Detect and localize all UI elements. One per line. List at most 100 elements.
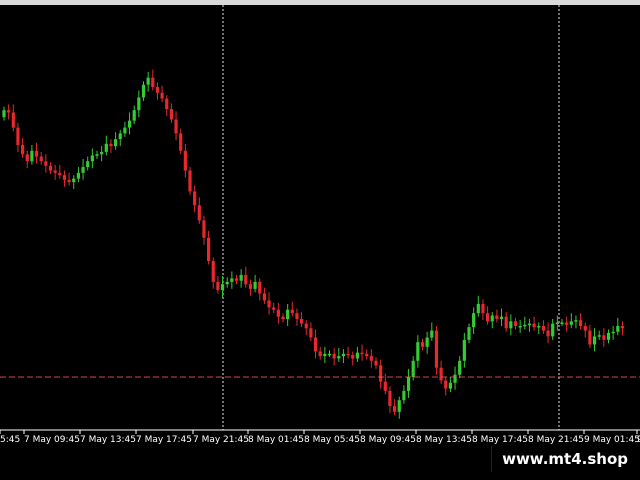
price-chart[interactable]: 5:45 7 May 09:45 7 May 13:45 7 May 17:45 7 M… xyxy=(0,5,640,448)
candlesticks xyxy=(2,69,625,419)
bear-candle xyxy=(495,315,499,319)
bull-candle xyxy=(523,324,527,327)
bull-candle xyxy=(323,353,327,357)
bull-candle xyxy=(86,161,90,168)
bear-candle xyxy=(290,309,294,314)
bear-candle xyxy=(188,170,192,192)
bull-candle xyxy=(76,172,80,179)
bull-candle xyxy=(453,374,457,383)
bear-candle xyxy=(262,293,266,301)
time-axis-label: 9 May 01:45 xyxy=(584,435,640,445)
bear-candle xyxy=(58,172,62,176)
bull-candle xyxy=(327,353,332,356)
bear-candle xyxy=(304,323,308,329)
bull-candle xyxy=(81,167,85,173)
bear-candle xyxy=(160,92,164,99)
bear-candle xyxy=(602,335,606,340)
bull-candle xyxy=(611,331,615,334)
bull-candle xyxy=(225,281,229,285)
bear-candle xyxy=(588,330,592,345)
bull-candle xyxy=(472,313,476,328)
bear-candle xyxy=(532,323,536,328)
bear-candle xyxy=(174,119,178,134)
bear-candle xyxy=(434,330,439,368)
bull-candle xyxy=(555,322,559,324)
bull-candle xyxy=(490,315,494,322)
bear-candle xyxy=(351,354,355,359)
bull-candle xyxy=(72,178,76,183)
bull-candle xyxy=(402,390,406,401)
bear-candle xyxy=(481,303,485,314)
bear-candle xyxy=(546,330,550,337)
time-axis-label: 8 May 21:45 xyxy=(528,435,584,445)
bear-candle xyxy=(62,175,67,180)
bear-candle xyxy=(67,179,71,183)
bull-candle xyxy=(100,151,104,155)
bear-candle xyxy=(183,150,187,171)
bear-candle xyxy=(360,352,364,355)
bear-candle xyxy=(365,353,369,357)
bear-candle xyxy=(179,133,183,151)
bear-candle xyxy=(486,313,490,322)
bull-candle xyxy=(574,320,578,322)
bear-candle xyxy=(202,220,206,238)
bull-candle xyxy=(30,150,34,162)
bear-candle xyxy=(48,165,53,171)
bear-candle xyxy=(207,237,211,261)
bear-candle xyxy=(155,87,160,93)
bull-candle xyxy=(2,110,6,118)
bear-candle xyxy=(244,274,248,285)
bull-candle xyxy=(425,337,429,347)
time-axis-label: 7 May 21:45 xyxy=(193,435,249,445)
bear-candle xyxy=(295,313,299,319)
bull-candle xyxy=(127,120,132,128)
bull-candle xyxy=(132,110,136,121)
bear-candle xyxy=(193,191,197,206)
bull-candle xyxy=(104,143,108,152)
bull-candle xyxy=(355,352,359,359)
bull-candle xyxy=(499,316,504,319)
bear-candle xyxy=(504,316,508,329)
bear-candle xyxy=(444,380,448,389)
bear-candle xyxy=(53,170,57,173)
bull-candle xyxy=(616,325,620,332)
bull-candle xyxy=(337,356,341,359)
bear-candle xyxy=(318,351,322,357)
bull-candle xyxy=(597,335,601,337)
time-axis-label: 7 May 17:45 xyxy=(136,435,192,445)
bear-candle xyxy=(541,325,545,331)
bear-candle xyxy=(332,353,336,359)
bear-candle xyxy=(11,112,15,128)
bull-candle xyxy=(286,309,290,319)
bull-candle xyxy=(462,339,466,361)
bull-candle xyxy=(416,342,420,361)
bear-candle xyxy=(267,300,271,308)
grid-lines xyxy=(222,5,560,430)
time-axis-label: 8 May 17:45 xyxy=(472,435,528,445)
time-axis-label: 7 May 09:45 xyxy=(24,435,80,445)
bull-candle xyxy=(458,360,462,375)
bull-candle xyxy=(448,382,452,389)
bear-candle xyxy=(439,367,443,381)
bear-candle xyxy=(272,307,276,310)
bull-candle xyxy=(411,360,415,377)
bear-candle xyxy=(313,337,318,352)
bear-candle xyxy=(197,205,201,221)
bear-candle xyxy=(21,145,25,155)
bear-candle xyxy=(7,110,11,113)
bear-candle xyxy=(300,319,304,324)
time-axis-label: 8 May 05:45 xyxy=(304,435,360,445)
bear-candle xyxy=(346,353,350,356)
bear-candle xyxy=(383,381,387,391)
bear-candle xyxy=(579,320,583,326)
bear-candle xyxy=(234,278,239,281)
bull-candle xyxy=(569,321,573,325)
bear-candle xyxy=(44,161,48,166)
bear-candle xyxy=(369,356,373,361)
bull-candle xyxy=(406,377,411,391)
bear-candle xyxy=(276,309,280,317)
chart-window[interactable]: 5:45 7 May 09:45 7 May 13:45 7 May 17:45 7 M… xyxy=(0,0,640,480)
bull-candle xyxy=(146,77,150,85)
bull-candle xyxy=(118,133,122,140)
time-axis: 5:45 7 May 09:45 7 May 13:45 7 May 17:45 7 M… xyxy=(0,429,640,445)
